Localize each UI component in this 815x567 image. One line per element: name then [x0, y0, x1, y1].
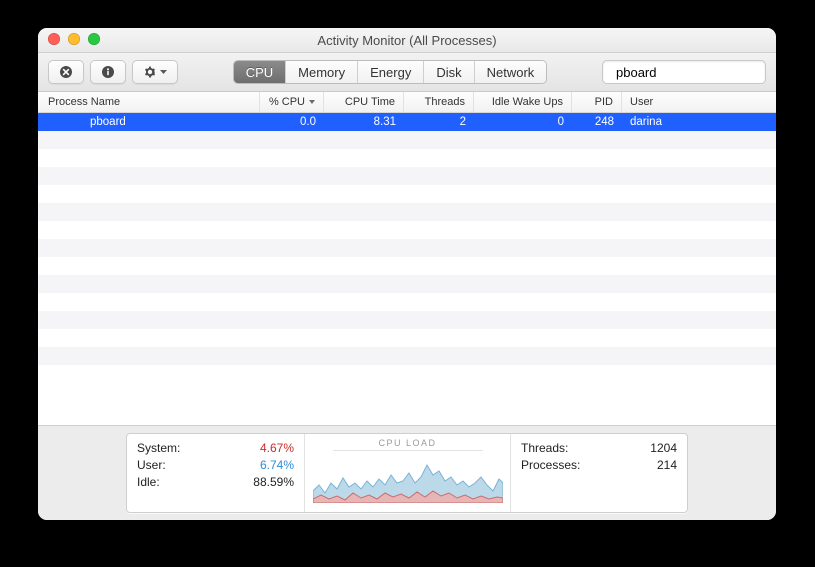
label-idle: Idle: [137, 474, 160, 491]
cpu-load-chart-area: CPU LOAD [305, 434, 511, 512]
cell-user: darina [622, 116, 742, 128]
cpu-load-chart [313, 453, 503, 503]
tab-bar: CPU Memory Energy Disk Network [233, 60, 548, 84]
totals: Threads: 1204 Processes: 214 [511, 434, 687, 512]
close-button[interactable] [48, 33, 60, 45]
tab-cpu[interactable]: CPU [234, 61, 286, 83]
value-idle: 88.59% [253, 474, 294, 491]
search-field[interactable] [602, 60, 766, 84]
minimize-button[interactable] [68, 33, 80, 45]
label-system: System: [137, 440, 180, 457]
fullscreen-button[interactable] [88, 33, 100, 45]
footer: System: 4.67% User: 6.74% Idle: 88.59% CPU … [38, 425, 776, 520]
stop-icon [59, 65, 73, 79]
table-row[interactable]: pboard 0.0 8.31 2 0 248 darina [38, 113, 776, 131]
cell-process-name: pboard [38, 116, 260, 128]
cpu-breakdown: System: 4.67% User: 6.74% Idle: 88.59% [127, 434, 305, 512]
header-threads[interactable]: Threads [404, 92, 474, 112]
value-system: 4.67% [260, 440, 294, 457]
value-user: 6.74% [260, 457, 294, 474]
process-list[interactable]: pboard 0.0 8.31 2 0 248 darina [38, 113, 776, 425]
search-input[interactable] [614, 64, 776, 81]
header-process-name[interactable]: Process Name [38, 92, 260, 112]
tab-memory[interactable]: Memory [286, 61, 358, 83]
info-icon [101, 65, 115, 79]
value-processes: 214 [657, 457, 677, 474]
cell-pid: 248 [572, 116, 622, 128]
summary-panel: System: 4.67% User: 6.74% Idle: 88.59% CPU … [126, 433, 688, 513]
quit-process-button[interactable] [48, 60, 84, 84]
cell-idle-wake-ups: 0 [474, 116, 572, 128]
cell-cpu-percent: 0.0 [260, 116, 324, 128]
label-user: User: [137, 457, 166, 474]
header-idle-wake-ups[interactable]: Idle Wake Ups [474, 92, 572, 112]
settings-menu-button[interactable] [132, 60, 178, 84]
label-threads: Threads: [521, 440, 568, 457]
value-threads: 1204 [650, 440, 677, 457]
label-processes: Processes: [521, 457, 580, 474]
column-headers: Process Name % CPU CPU Time Threads Idle… [38, 92, 776, 113]
cpu-load-title: CPU LOAD [378, 438, 436, 448]
header-user[interactable]: User [622, 92, 742, 112]
tab-network[interactable]: Network [475, 61, 547, 83]
window-title: Activity Monitor (All Processes) [317, 33, 496, 48]
cell-threads: 2 [404, 116, 474, 128]
header-cpu-time[interactable]: CPU Time [324, 92, 404, 112]
window-controls [48, 33, 100, 45]
cell-cpu-time: 8.31 [324, 116, 404, 128]
chevron-down-icon [160, 70, 167, 75]
header-cpu-percent[interactable]: % CPU [260, 92, 324, 112]
inspect-process-button[interactable] [90, 60, 126, 84]
titlebar: Activity Monitor (All Processes) [38, 28, 776, 53]
activity-monitor-window: Activity Monitor (All Processes) CPU Mem [38, 28, 776, 520]
tab-energy[interactable]: Energy [358, 61, 424, 83]
gear-icon [143, 65, 157, 79]
header-pid[interactable]: PID [572, 92, 622, 112]
toolbar: CPU Memory Energy Disk Network [38, 53, 776, 92]
tab-disk[interactable]: Disk [424, 61, 474, 83]
